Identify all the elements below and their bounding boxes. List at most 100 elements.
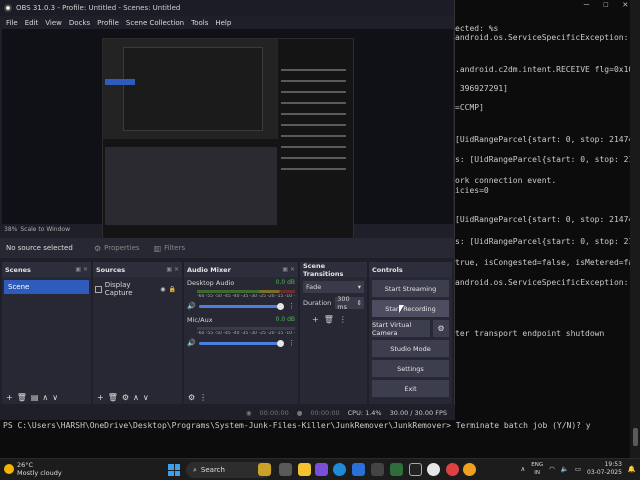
volume-icon[interactable]: 🔈 (561, 465, 569, 473)
start-streaming-button[interactable]: Start Streaming (372, 280, 449, 297)
weather-widget[interactable]: 26°C Mostly cloudy (4, 461, 62, 477)
volume-meter (197, 327, 295, 330)
mixer-title: Audio Mixer (187, 265, 231, 274)
volume-slider[interactable]: 🔊 ⋮ (187, 302, 295, 310)
move-down-icon[interactable]: ∨ (143, 393, 149, 402)
visibility-eye-icon[interactable]: ◉ (160, 286, 165, 293)
app-icon-6[interactable] (352, 463, 365, 476)
duration-spinbox[interactable]: 300 ms ⇕ (335, 295, 364, 311)
app-icon-8[interactable] (390, 463, 403, 476)
start-recording-button[interactable]: Start Recording (372, 300, 449, 317)
mixer-channel-desktop: Desktop Audio 0.0 dB -60 -55 -50 -45 -40… (184, 277, 298, 310)
dock-undock-icon[interactable]: ▣ ✕ (75, 266, 88, 273)
clock[interactable]: 19:53 03-07-2025 (587, 461, 622, 477)
chrome-icon[interactable] (463, 463, 476, 476)
scrollbar-thumb[interactable] (633, 428, 638, 446)
add-source-icon[interactable]: + (97, 393, 104, 402)
source-properties-icon[interactable]: ⚙ (122, 393, 129, 402)
wifi-icon[interactable]: ◠ (549, 465, 555, 473)
move-up-icon[interactable]: ∧ (133, 393, 139, 402)
scene-filter-icon[interactable]: ▤ (31, 393, 39, 402)
menu-view[interactable]: View (45, 19, 62, 27)
windows-start-icon[interactable] (168, 464, 180, 476)
stream-status-icon: ◉ (245, 408, 252, 417)
slider-knob[interactable] (277, 302, 284, 310)
properties-button[interactable]: ⚙ Properties (94, 244, 140, 253)
terminal-scrollbar[interactable] (630, 0, 640, 458)
preview-canvas[interactable] (2, 29, 453, 250)
sources-title: Sources (96, 265, 126, 274)
menu-scene-collection[interactable]: Scene Collection (126, 19, 184, 27)
monitor-icon (95, 285, 102, 293)
menu-file[interactable]: File (6, 19, 18, 27)
terminal-prompt[interactable]: PS C:\Users\HARSH\OneDrive\Desktop\Progr… (3, 421, 591, 430)
lang-top: ENG (531, 462, 544, 468)
cpu-usage: CPU: 1.4% (347, 408, 382, 417)
transition-menu-icon[interactable]: ⋮ (339, 315, 347, 324)
add-transition-icon[interactable]: + (312, 315, 319, 324)
edge-icon[interactable] (333, 463, 346, 476)
add-scene-icon[interactable]: + (6, 393, 13, 402)
channel-name: Mic/Aux (187, 316, 213, 324)
chevron-down-icon: ▾ (357, 283, 361, 291)
menu-profile[interactable]: Profile (97, 19, 119, 27)
notification-bell-icon[interactable]: 🔔 (628, 465, 636, 473)
more-options-icon[interactable]: ⋮ (288, 339, 295, 347)
terminal-icon[interactable] (409, 463, 422, 476)
mixer-menu-icon[interactable]: ⋮ (199, 393, 207, 402)
menu-tools[interactable]: Tools (191, 19, 208, 27)
speaker-icon[interactable]: 🔊 (187, 302, 196, 310)
slider-knob[interactable] (277, 339, 284, 347)
transition-select[interactable]: Fade ▾ (303, 281, 364, 293)
filters-button[interactable]: ▥ Filters (154, 244, 186, 253)
spin-arrows-icon[interactable]: ⇕ (357, 299, 362, 307)
preview-zoom[interactable]: 38% Scale to Window (4, 226, 70, 233)
studio-mode-button[interactable]: Studio Mode (372, 340, 449, 357)
chevron-up-icon[interactable]: ∧ (520, 465, 525, 473)
stream-time: 00:00:00 (259, 408, 289, 417)
advanced-audio-icon[interactable]: ⚙ (188, 393, 195, 402)
remove-transition-icon[interactable]: 🗑 (324, 315, 334, 324)
app-icon-11[interactable] (446, 463, 459, 476)
source-item[interactable]: Display Capture ◉ 🔒 (95, 281, 180, 297)
app-icon-4[interactable] (315, 463, 328, 476)
audio-mixer-dock: Audio Mixer ▣ ✕ Desktop Audio 0.0 dB -60… (184, 262, 298, 404)
preview-display-capture (102, 38, 354, 250)
terminal-line: icies=0 (455, 186, 489, 195)
minimize-icon[interactable]: — (584, 0, 589, 14)
close-icon[interactable]: ✕ (623, 0, 628, 14)
duration-label: Duration (303, 299, 332, 307)
weather-cloud-icon (4, 464, 14, 474)
exit-button[interactable]: Exit (372, 380, 449, 397)
obs-titlebar[interactable]: OBS 31.0.3 - Profile: Untitled - Scenes:… (0, 0, 454, 16)
file-explorer-icon[interactable] (298, 463, 311, 476)
remove-scene-icon[interactable]: 🗑 (17, 393, 27, 402)
app-icon-7[interactable] (371, 463, 384, 476)
clock-date: 03-07-2025 (587, 469, 622, 476)
lock-icon[interactable]: 🔒 (169, 286, 176, 293)
speaker-icon[interactable]: 🔊 (187, 339, 196, 347)
move-up-icon[interactable]: ∧ (42, 393, 48, 402)
obs-taskbar-icon[interactable] (427, 463, 440, 476)
terminal-line: ected: %s (455, 24, 499, 33)
menu-docks[interactable]: Docks (69, 19, 90, 27)
volume-slider[interactable]: 🔊 ⋮ (187, 339, 295, 347)
language-indicator[interactable]: ENG IN (531, 461, 543, 477)
task-view-icon[interactable] (279, 463, 292, 476)
start-virtual-camera-button[interactable]: Start Virtual Camera (372, 320, 430, 337)
settings-button[interactable]: Settings (372, 360, 449, 377)
terminal-line: android.os.ServiceSpecificException: (co… (455, 278, 640, 287)
remove-source-icon[interactable]: 🗑 (108, 393, 118, 402)
dock-undock-icon[interactable]: ▣ ✕ (282, 266, 295, 273)
menu-help[interactable]: Help (215, 19, 231, 27)
menu-edit[interactable]: Edit (25, 19, 39, 27)
dock-undock-icon[interactable]: ▣ ✕ (166, 266, 179, 273)
maximize-icon[interactable]: ☐ (603, 0, 608, 14)
app-icon-1[interactable] (258, 463, 271, 476)
scene-item[interactable]: Scene (4, 280, 89, 294)
virtual-camera-settings-icon[interactable]: ⚙ (433, 320, 449, 337)
battery-icon[interactable]: ▭ (575, 465, 581, 473)
sources-footer: + 🗑 ⚙ ∧ ∨ (93, 390, 182, 404)
move-down-icon[interactable]: ∨ (52, 393, 58, 402)
more-options-icon[interactable]: ⋮ (288, 302, 295, 310)
